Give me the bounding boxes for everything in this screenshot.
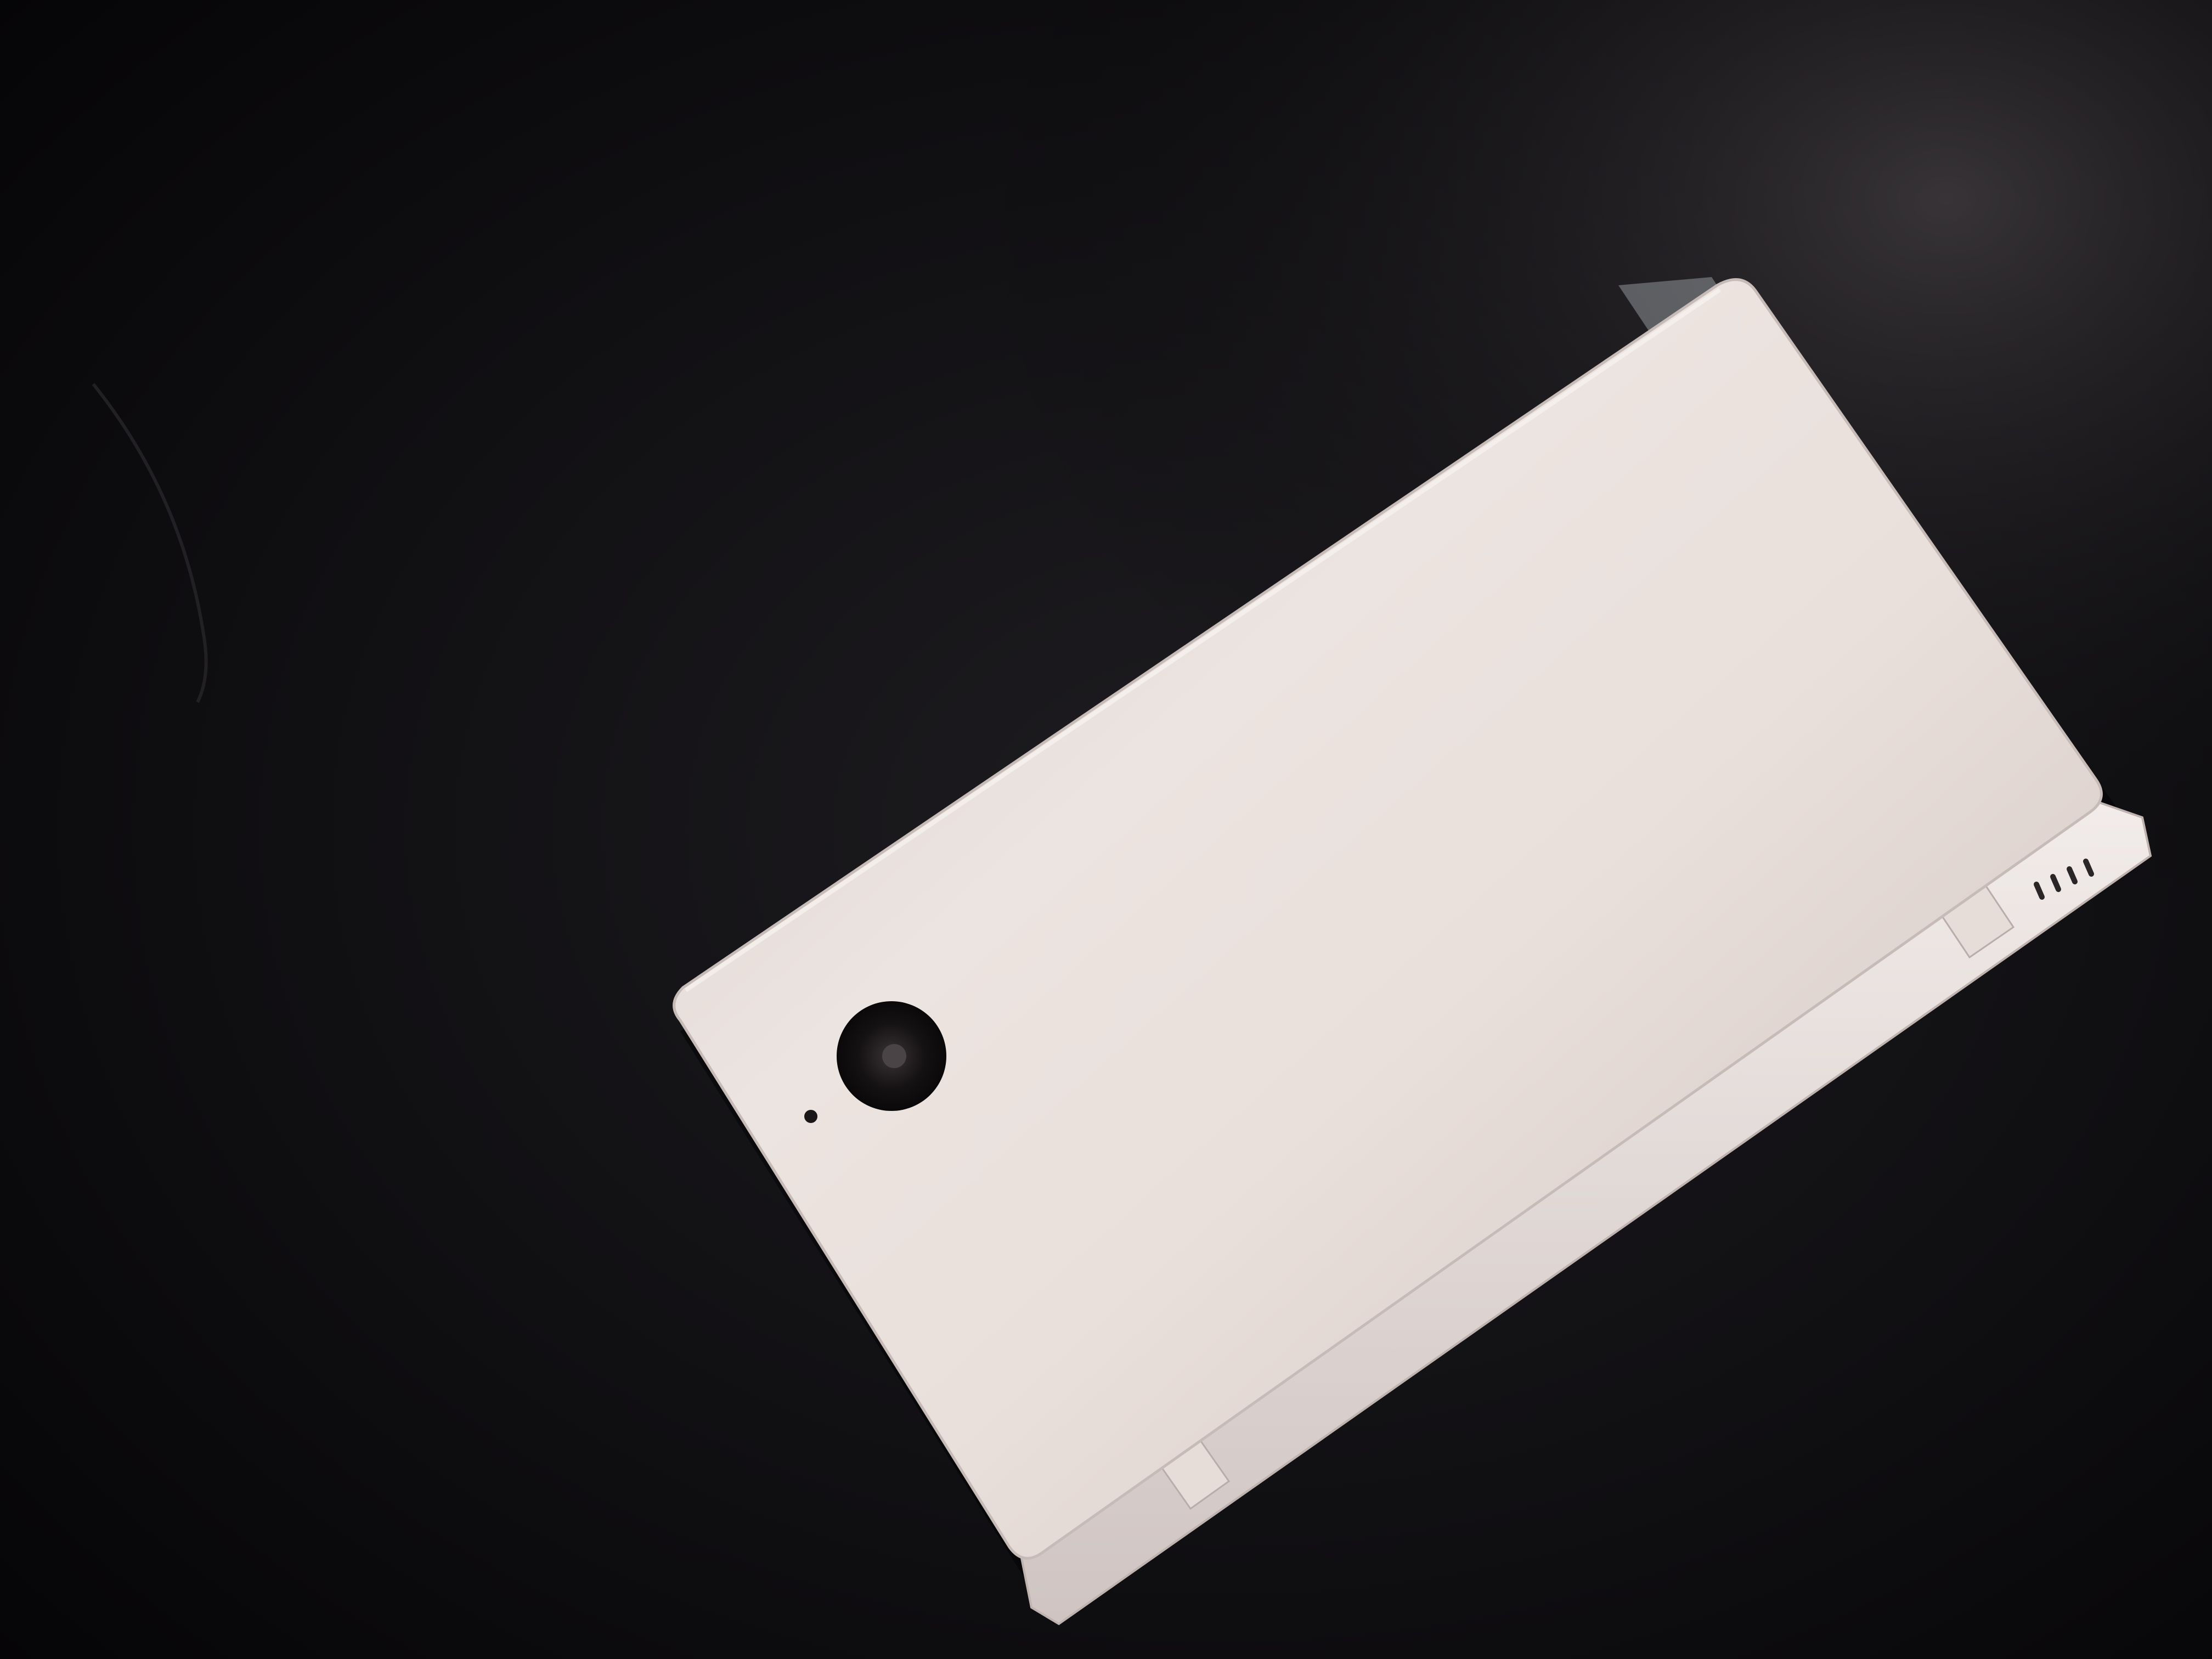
photo-scene <box>0 0 2212 1659</box>
camera-indicator-dot <box>804 1110 817 1123</box>
camera-lens-inner <box>882 1044 906 1068</box>
